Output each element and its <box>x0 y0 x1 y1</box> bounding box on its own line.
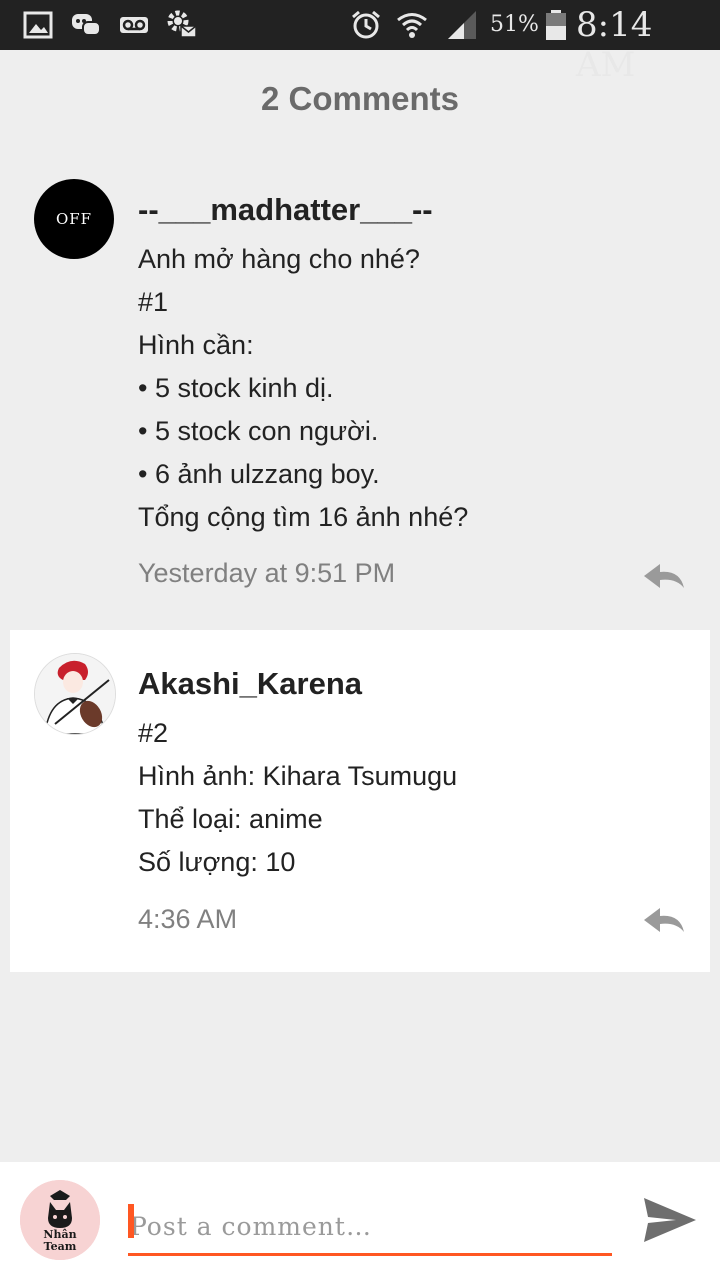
comment-line: • 6 ảnh ulzzang boy. <box>138 459 380 489</box>
clock: 8:14 AM <box>576 5 653 85</box>
text-cursor <box>128 1204 134 1238</box>
cat-logo-illustration: Nhân Team <box>20 1180 100 1260</box>
send-button[interactable] <box>640 1192 700 1248</box>
comment-line: Anh mở hàng cho nhé? <box>138 244 420 274</box>
avatar[interactable]: OFF <box>34 179 114 259</box>
comment-item: Akashi_Karena #2 Hình ảnh: Kihara Tsumug… <box>10 630 710 972</box>
comment-item: OFF --___madhatter___-- Anh mở hàng cho … <box>10 160 710 620</box>
comment-line: Tổng cộng tìm 16 ảnh nhé? <box>138 502 469 532</box>
comment-body: Anh mở hàng cho nhé? #1 Hình cần: • 5 st… <box>138 238 468 539</box>
comment-timestamp: Yesterday at 9:51 PM <box>138 558 396 588</box>
svg-text:Team: Team <box>44 1240 77 1253</box>
comment-line: Thể loại: anime <box>138 804 323 834</box>
comment-line: Số lượng: 10 <box>138 847 296 877</box>
reply-icon[interactable] <box>640 560 688 592</box>
comment-input[interactable] <box>128 1200 612 1256</box>
comment-timestamp: 4:36 AM <box>138 904 238 934</box>
cell-signal-icon <box>446 9 478 41</box>
comment-line: Hình ảnh: Kihara Tsumugu <box>138 761 458 791</box>
alarm-icon <box>350 9 382 41</box>
comment-username[interactable]: Akashi_Karena <box>138 666 362 702</box>
gear-mail-icon <box>166 9 198 41</box>
comment-composer: Nhân Team <box>0 1162 720 1280</box>
comments-count-heading: 2 Comments <box>260 80 460 117</box>
chat-bubbles-icon <box>70 9 102 41</box>
comment-line: #2 <box>138 718 169 748</box>
comment-line: Hình cần: <box>138 330 254 360</box>
battery-percent: 51% <box>490 12 539 37</box>
status-bar: 51% 8:14 AM <box>0 0 720 85</box>
comment-line: • 5 stock con người. <box>138 416 379 446</box>
voicemail-icon <box>118 9 150 41</box>
send-icon <box>644 1198 696 1242</box>
avatar-text: OFF <box>55 210 93 228</box>
comment-username[interactable]: --___madhatter___-- <box>138 192 433 228</box>
comment-line: • 5 stock kinh dị. <box>138 373 334 403</box>
gallery-icon <box>22 9 54 41</box>
battery-icon <box>540 9 572 41</box>
current-user-avatar[interactable]: Nhân Team <box>20 1180 100 1260</box>
comment-body: #2 Hình ảnh: Kihara Tsumugu Thể loại: an… <box>138 712 457 884</box>
wifi-icon <box>396 9 428 41</box>
avatar[interactable] <box>34 653 116 735</box>
reply-icon[interactable] <box>640 904 688 936</box>
violinist-avatar-illustration <box>35 654 115 734</box>
comment-line: #1 <box>138 287 169 317</box>
